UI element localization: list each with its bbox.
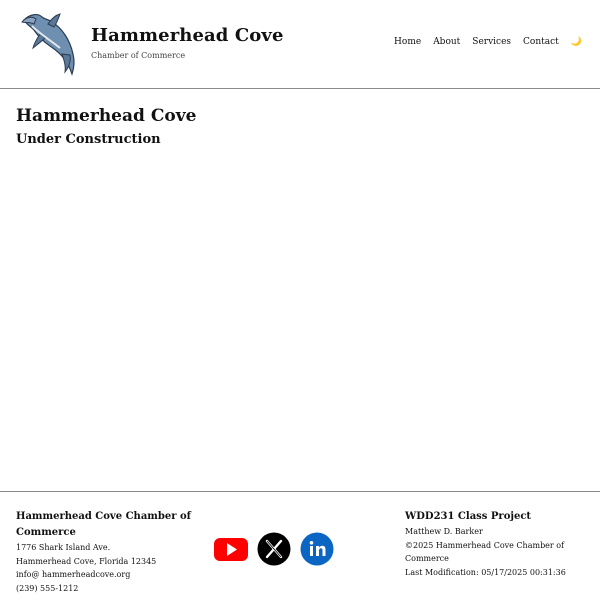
- footer-org-name: Hammerhead Cove Chamber of Commerce: [16, 511, 191, 538]
- moon-icon[interactable]: 🌙: [571, 37, 582, 47]
- main-nav: Home About Services Contact 🌙: [394, 37, 582, 47]
- youtube-icon[interactable]: [214, 532, 248, 566]
- nav-link-services[interactable]: Services: [472, 37, 511, 47]
- footer-contact: Hammerhead Cove Chamber of Commerce 1776…: [16, 509, 191, 595]
- footer-address-line2: Hammerhead Cove, Florida 12345: [16, 556, 157, 566]
- site-title: Hammerhead Cove: [91, 25, 284, 46]
- footer-copyright: ©2025 Hammerhead Cove Chamber of Commerc…: [405, 540, 565, 564]
- social-links: [214, 532, 334, 566]
- nav-link-home[interactable]: Home: [394, 37, 421, 47]
- footer-phone: (239) 555-1212: [16, 583, 79, 593]
- main-content: Hammerhead Cove Under Construction: [16, 106, 196, 147]
- nav-link-contact[interactable]: Contact: [523, 37, 559, 47]
- site-header: Hammerhead Cove Chamber of Commerce Home…: [0, 0, 600, 89]
- site-footer: Hammerhead Cove Chamber of Commerce 1776…: [0, 491, 600, 606]
- footer-address-line1: 1776 Shark Island Ave.: [16, 543, 111, 552]
- page-title: Hammerhead Cove: [16, 106, 197, 126]
- hammerhead-shark-logo[interactable]: [18, 10, 80, 76]
- footer-author: Matthew D. Barker: [405, 527, 483, 536]
- nav-link-about[interactable]: About: [433, 37, 460, 47]
- footer-project-title: WDD231 Class Project: [405, 511, 532, 522]
- linkedin-icon[interactable]: [300, 532, 334, 566]
- x-icon[interactable]: [257, 532, 291, 566]
- footer-project-info: WDD231 Class Project Matthew D. Barker ©…: [405, 509, 590, 579]
- page-subtitle: Under Construction: [16, 132, 161, 147]
- footer-last-modified: Last Modification: 05/17/2025 00:31:36: [405, 567, 566, 577]
- site-subtitle: Chamber of Commerce: [91, 51, 186, 60]
- footer-email: info@ hammerheadcove.org: [16, 570, 131, 579]
